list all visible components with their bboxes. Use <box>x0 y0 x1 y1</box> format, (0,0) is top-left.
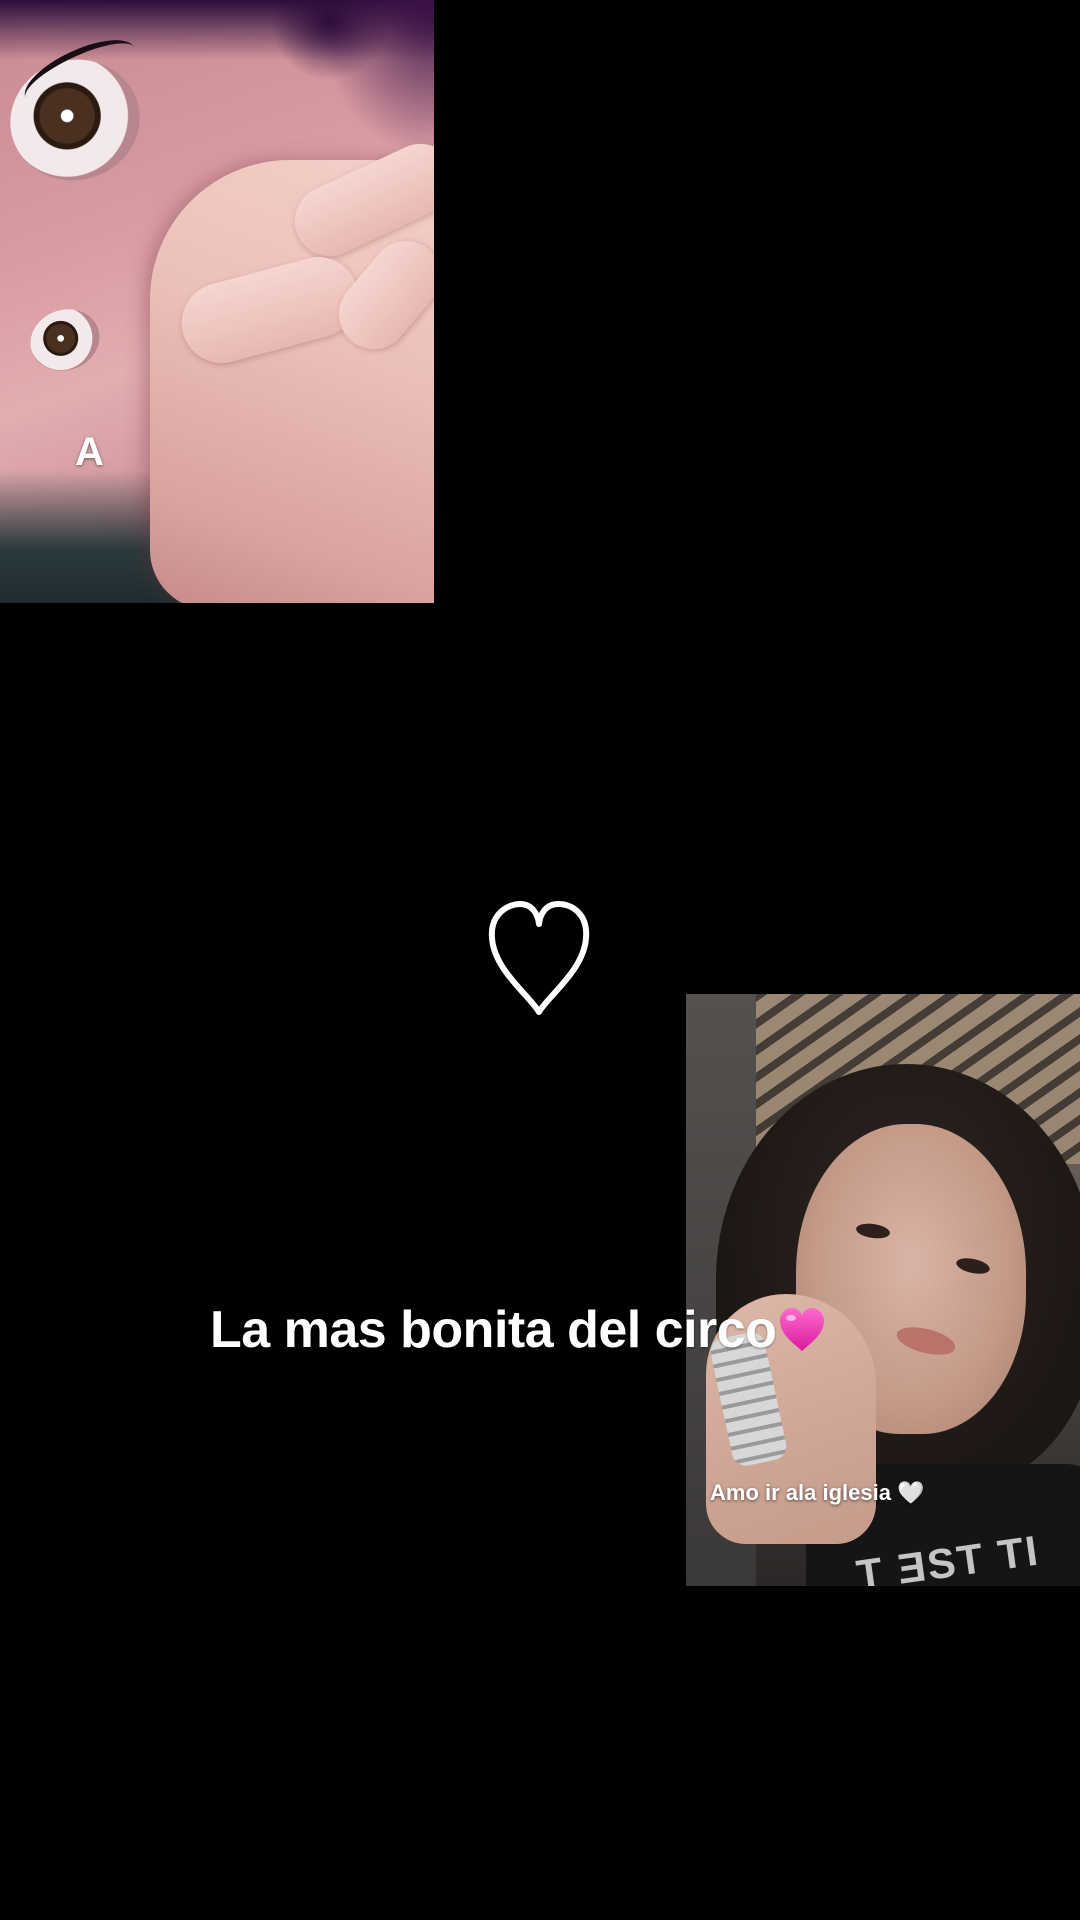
pink-heart-emoji-icon <box>780 1308 825 1351</box>
photo-selfie: T ƎST TI Amo ir ala iglesia 🤍 <box>686 994 1080 1586</box>
main-caption-text: La mas bonita del circo <box>210 1301 777 1359</box>
photo-letter-label: A <box>75 430 104 474</box>
video-canvas: A T ƎST TI Amo ir ala iglesia 🤍 La mas b… <box>0 0 1080 1920</box>
main-caption: La mas bonita del circo <box>210 1300 826 1360</box>
heart-outline-icon <box>488 901 590 1015</box>
photo-caption: Amo ir ala iglesia 🤍 <box>710 1480 925 1505</box>
eye <box>21 299 109 381</box>
photo-closeup-face: A <box>0 0 434 603</box>
